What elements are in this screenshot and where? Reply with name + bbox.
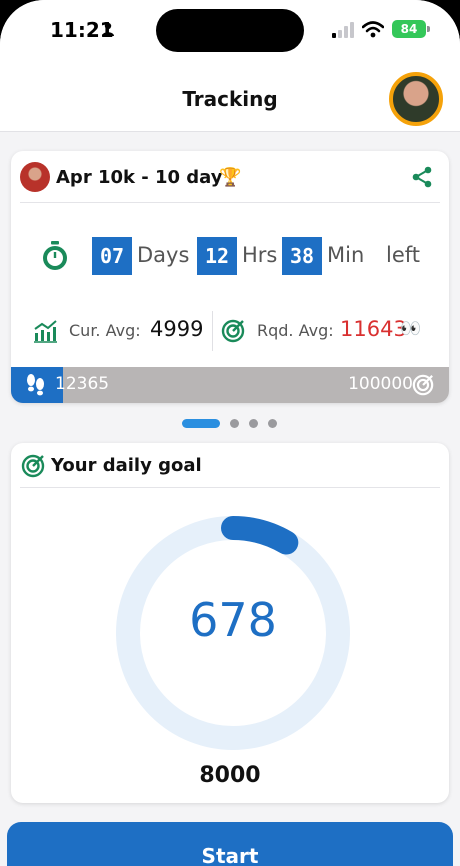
pager-dot-active[interactable] <box>182 419 220 428</box>
countdown-suffix: left <box>386 243 421 267</box>
phone-screen: 11:21 84 Tracking Apr 10k - 10 day 🏆 07 … <box>0 0 460 866</box>
stopwatch-icon <box>43 241 67 270</box>
avg-separator <box>212 311 213 351</box>
challenge-avatar <box>20 162 50 192</box>
countdown-days: 07 <box>92 237 132 275</box>
daily-goal-card: Your daily goal 678 8000 <box>11 443 449 803</box>
start-button[interactable]: Start <box>7 822 453 866</box>
pager-dot[interactable] <box>230 419 239 428</box>
target-icon <box>221 319 245 343</box>
countdown-hours: 12 <box>197 237 237 275</box>
required-avg-value: 11643 <box>340 317 407 341</box>
daily-steps-value: 678 <box>189 593 277 647</box>
countdown-hours-label: Hrs <box>242 243 278 267</box>
target-icon <box>21 454 45 478</box>
trend-chart-icon <box>34 320 57 343</box>
profile-avatar[interactable] <box>389 72 443 126</box>
countdown-days-label: Days <box>137 243 190 267</box>
person-icon <box>102 22 114 36</box>
countdown-minutes: 38 <box>282 237 322 275</box>
current-avg-label: Cur. Avg: <box>69 321 141 340</box>
progress-target-steps: 100000 <box>348 374 413 394</box>
dynamic-island <box>156 9 304 52</box>
card-divider <box>20 487 440 488</box>
countdown-minutes-label: Min <box>327 243 365 267</box>
app-header: Tracking <box>0 62 460 132</box>
battery-indicator: 84 <box>392 20 430 38</box>
pager-dot[interactable] <box>249 419 258 428</box>
eyes-icon: 👀 <box>400 319 422 339</box>
share-icon[interactable] <box>411 166 433 188</box>
target-icon <box>412 374 434 396</box>
trophy-icon: 🏆 <box>219 167 242 188</box>
challenge-title: Apr 10k - 10 day <box>56 167 223 188</box>
current-avg-value: 4999 <box>150 317 204 341</box>
wifi-icon <box>362 21 384 38</box>
daily-goal-target: 8000 <box>199 763 261 788</box>
status-bar: 11:21 84 <box>0 0 460 62</box>
required-avg-label: Rqd. Avg: <box>257 321 334 340</box>
challenge-card[interactable]: Apr 10k - 10 day 🏆 07 Days 12 Hrs 38 Min… <box>11 151 449 403</box>
footprints-icon <box>27 374 44 396</box>
progress-current-steps: 12365 <box>55 374 110 394</box>
cellular-signal-icon <box>332 22 354 38</box>
daily-goal-title: Your daily goal <box>51 455 202 476</box>
card-divider <box>20 202 440 203</box>
pager-dot[interactable] <box>268 419 277 428</box>
